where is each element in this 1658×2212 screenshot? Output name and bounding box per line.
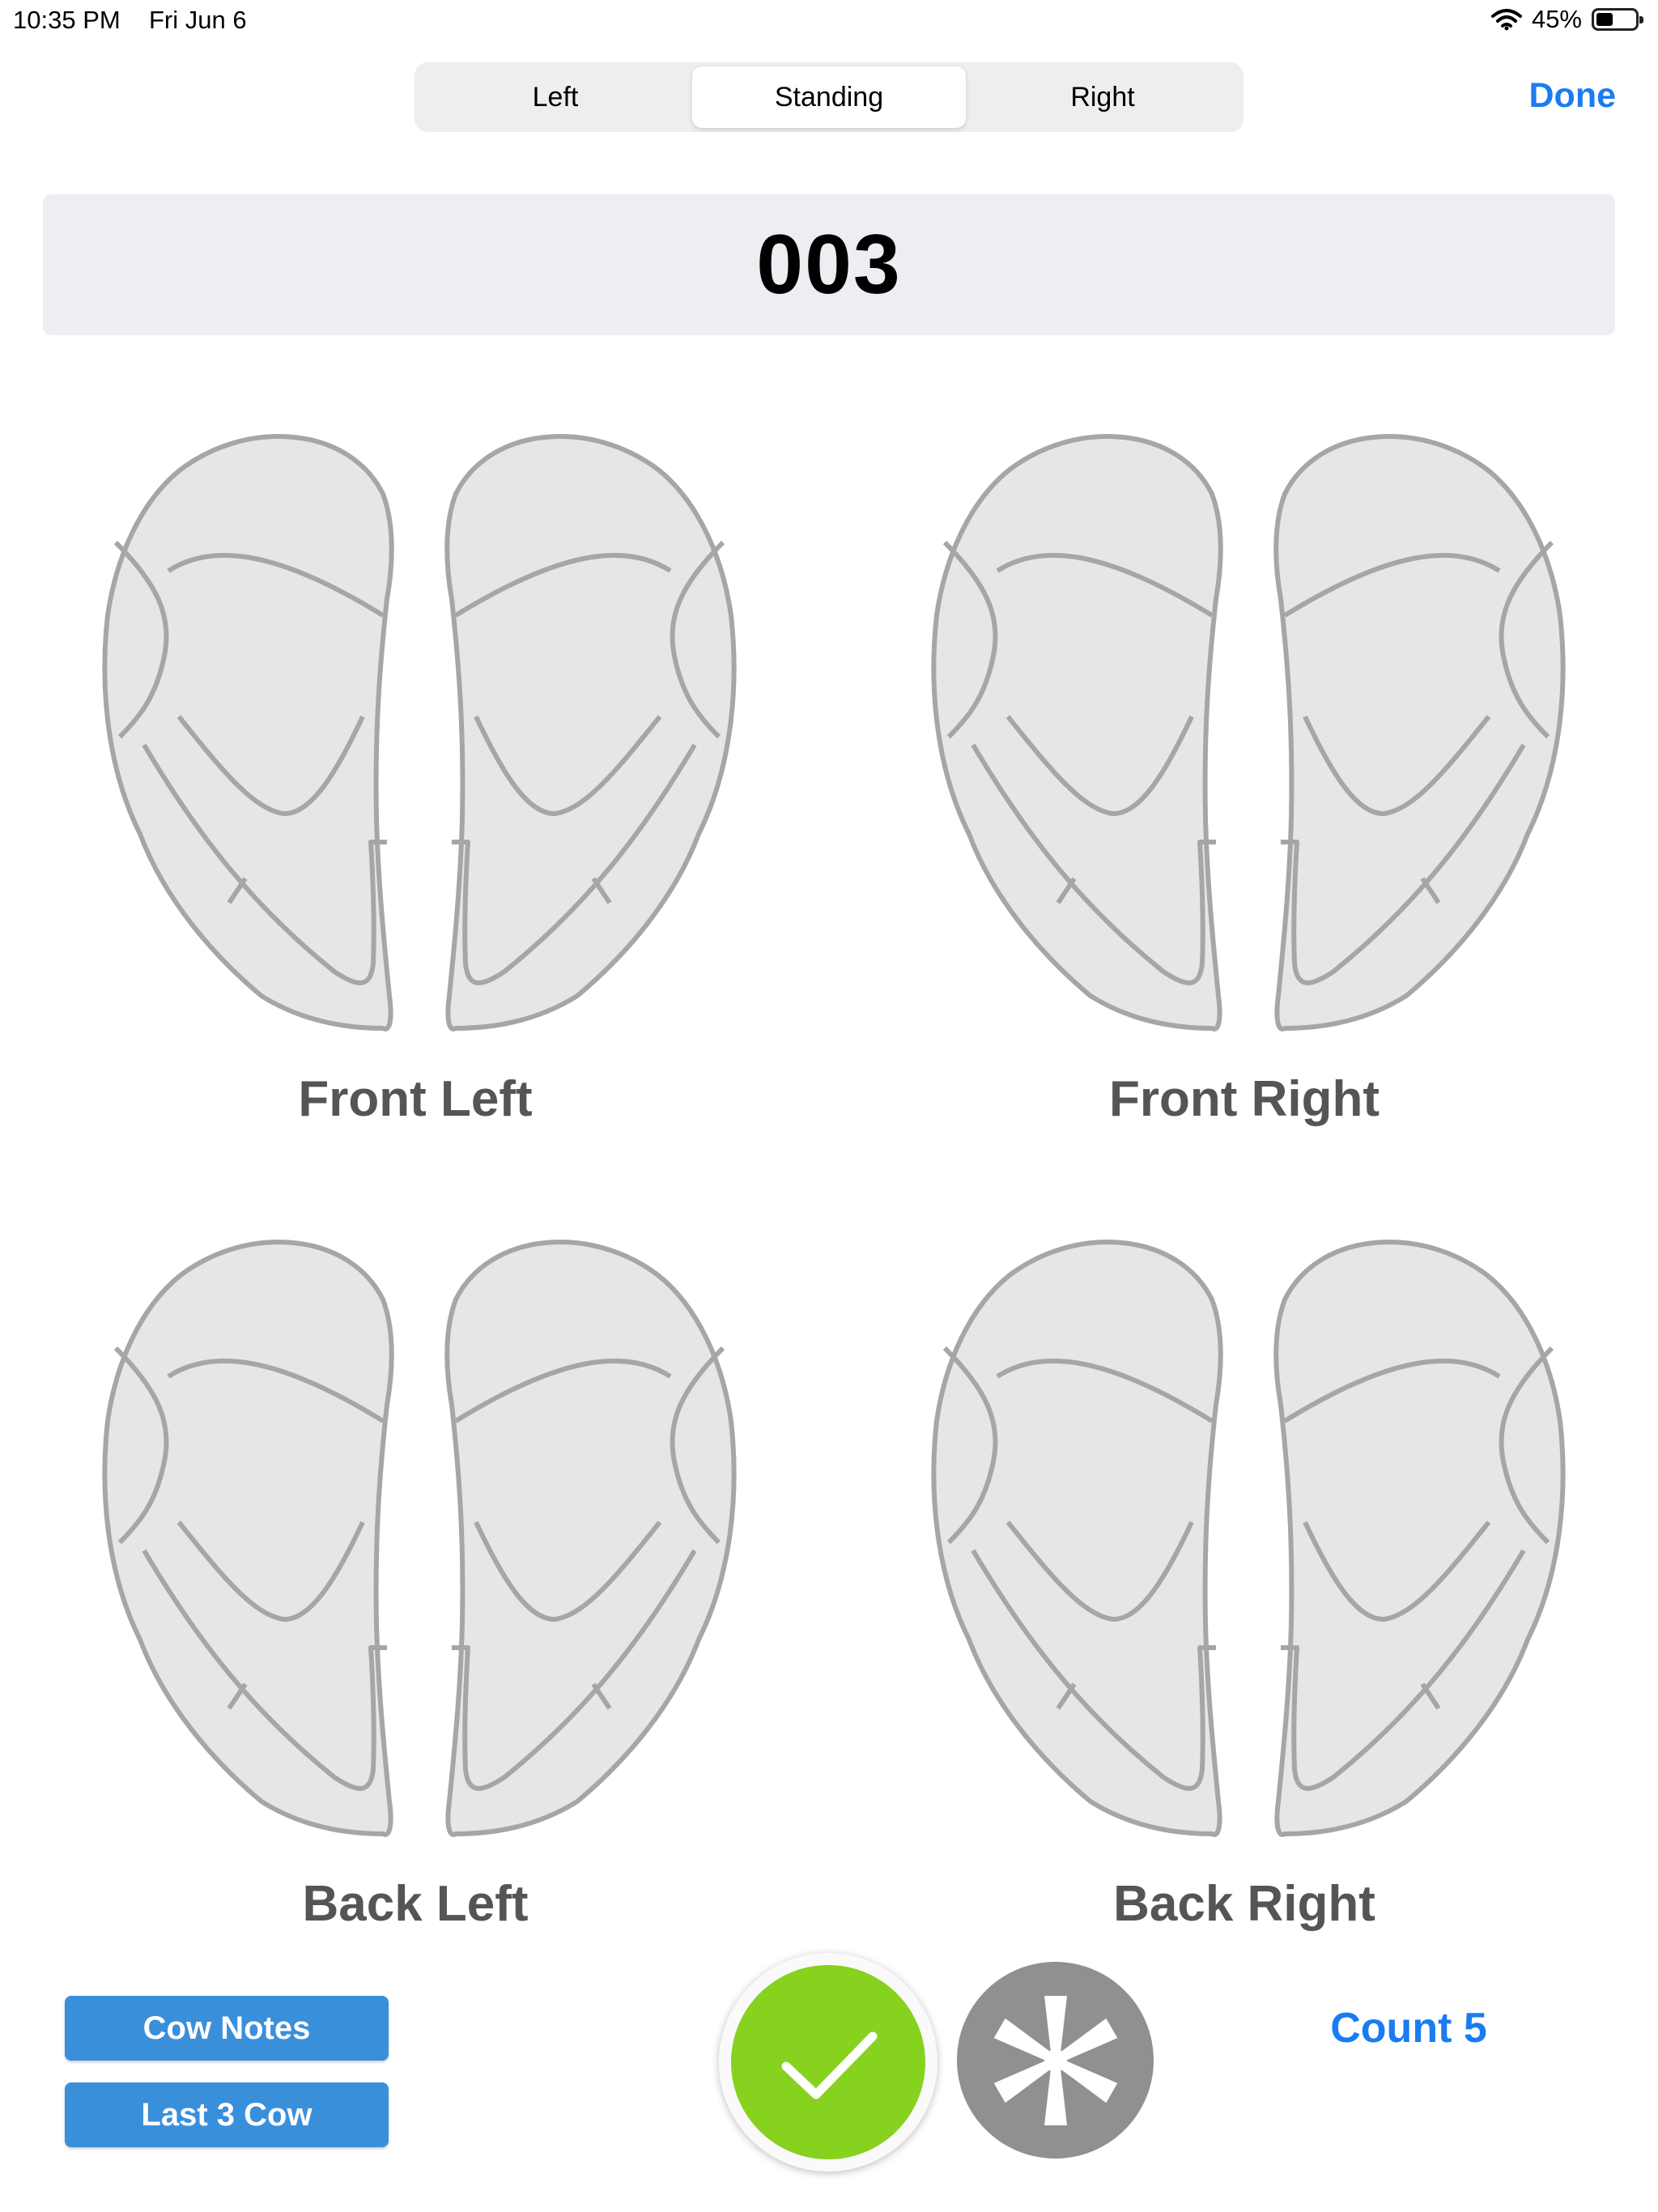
wifi-icon — [1490, 8, 1522, 31]
status-bar: 10:35 PM Fri Jun 6 45% — [0, 0, 1658, 42]
udder-front-right[interactable] — [920, 429, 1584, 1061]
status-date: Fri Jun 6 — [149, 6, 247, 34]
cow-notes-button[interactable]: Cow Notes — [65, 1996, 389, 2061]
cow-id: 003 — [756, 217, 902, 312]
label-back-right: Back Right — [1113, 1876, 1375, 1932]
battery-icon — [1592, 8, 1643, 31]
udder-back-right[interactable] — [920, 1235, 1584, 1866]
count-button[interactable]: Count 5 — [1287, 2004, 1530, 2052]
status-right: 45% — [1490, 5, 1643, 34]
last-3-cow-button[interactable]: Last 3 Cow — [65, 2082, 389, 2147]
segment-standing[interactable]: Standing — [692, 66, 966, 128]
checkmark-icon — [781, 2031, 878, 2099]
label-front-right: Front Right — [1108, 1071, 1380, 1127]
battery-percent: 45% — [1531, 5, 1582, 33]
view-segmented-control: Left Standing Right — [414, 62, 1244, 132]
done-button[interactable]: Done — [1529, 76, 1617, 116]
segment-left[interactable]: Left — [419, 66, 692, 128]
udder-front-left[interactable] — [91, 429, 755, 1061]
status-time: 10:35 PM — [13, 6, 121, 34]
label-back-left: Back Left — [302, 1876, 529, 1932]
asterisk-icon — [993, 1995, 1117, 2125]
asterisk-button[interactable] — [957, 1962, 1154, 2159]
label-front-left: Front Left — [298, 1071, 533, 1127]
confirm-inner — [731, 1965, 925, 2159]
segment-right[interactable]: Right — [966, 66, 1239, 128]
udder-back-left[interactable] — [91, 1235, 755, 1866]
cow-id-header: 003 — [43, 194, 1615, 335]
confirm-button[interactable] — [719, 1953, 937, 2172]
